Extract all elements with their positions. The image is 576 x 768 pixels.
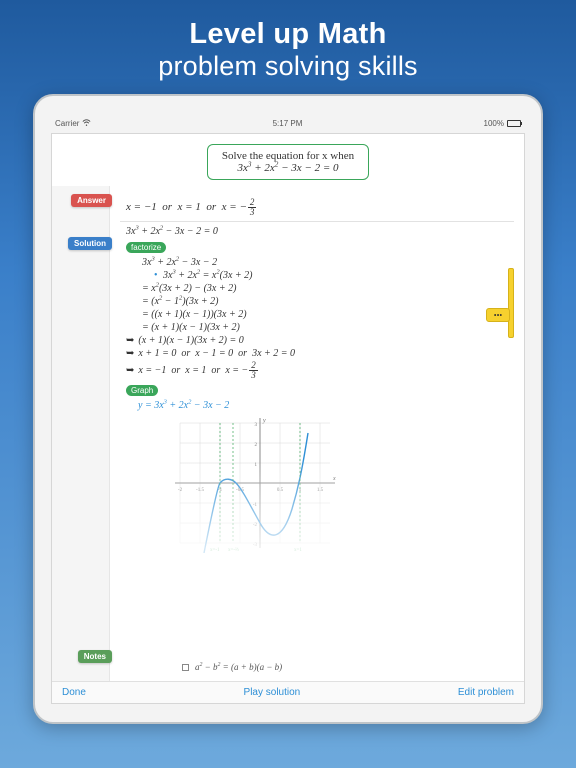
problem-box: Solve the equation for x when 3x3 + 2x2 … <box>207 144 369 180</box>
solution-badge[interactable]: Solution <box>68 237 112 250</box>
arrow-icon: ➥ <box>126 365 134 376</box>
notes-row: a2 − b2 = (a + b)(a − b) <box>110 653 524 681</box>
hint-button[interactable]: ••• <box>486 308 510 322</box>
bottom-toolbar: Done Play solution Edit problem <box>52 681 524 703</box>
clock: 5:17 PM <box>273 119 303 128</box>
battery-pct: 100% <box>484 119 504 128</box>
solution-pane[interactable]: x = −1 or x = 1 or x = −23 3x3 + 2x2 − 3… <box>110 186 524 681</box>
solution-start: 3x3 + 2x2 − 3x − 2 = 0 <box>126 226 514 237</box>
graph-function: y = 3x3 + 2x2 − 3x − 2 <box>138 400 514 411</box>
implication-3: ➥x = −1 or x = 1 or x = −23 <box>126 361 514 380</box>
note-identity: a2 − b2 = (a + b)(a − b) <box>195 662 282 672</box>
svg-text:x=-⅔: x=-⅔ <box>228 548 239 553</box>
edit-problem-button[interactable]: Edit problem <box>458 687 514 698</box>
problem-equation: 3x3 + 2x2 − 3x − 2 = 0 <box>222 162 354 174</box>
svg-text:x=1: x=1 <box>294 548 302 553</box>
implication-1: ➥(x + 1)(x − 1)(3x + 2) = 0 <box>126 335 514 346</box>
svg-text:-1: -1 <box>253 503 258 508</box>
factorize-tag[interactable]: factorize <box>126 242 166 253</box>
problem-prompt: Solve the equation for x when <box>222 150 354 162</box>
wifi-icon <box>82 118 91 129</box>
svg-text:-3: -3 <box>253 543 258 548</box>
svg-text:0.5: 0.5 <box>277 488 284 493</box>
carrier-label: Carrier <box>55 119 79 128</box>
hero-title: Level up Math <box>158 18 418 51</box>
hero-subtitle: problem solving skills <box>158 51 418 82</box>
implication-2: ➥x + 1 = 0 or x − 1 = 0 or 3x + 2 = 0 <box>126 348 514 359</box>
svg-text:y: y <box>262 418 266 424</box>
arrow-icon: ➥ <box>126 348 134 359</box>
arrow-icon: ➥ <box>126 335 134 346</box>
status-bar: Carrier 5:17 PM 100% <box>51 118 525 133</box>
answer-line: x = −1 or x = 1 or x = −23 <box>126 198 514 217</box>
battery-icon <box>507 120 521 127</box>
answer-badge[interactable]: Answer <box>71 194 112 207</box>
svg-text:-1.5: -1.5 <box>196 488 204 493</box>
svg-text:3: 3 <box>255 423 258 428</box>
play-solution-button[interactable]: Play solution <box>244 687 301 698</box>
note-checkbox[interactable] <box>182 664 189 671</box>
step-ruler[interactable] <box>508 268 514 338</box>
svg-text:1: 1 <box>255 463 258 468</box>
dots-icon: ••• <box>494 311 502 320</box>
function-graph: x y -2-1.5-1 -0.50.51 1.5 321 -1-2-3 <box>170 413 340 553</box>
ipad-frame: Carrier 5:17 PM 100% Solve the equation … <box>33 94 543 724</box>
svg-text:x: x <box>332 476 336 482</box>
svg-text:-2: -2 <box>178 488 183 493</box>
notes-badge[interactable]: Notes <box>78 650 112 663</box>
factor-steps: 3x3 + 2x2 − 3x − 2 • 3x3 + 2x2 = x2(3x +… <box>142 257 514 333</box>
app-canvas: Solve the equation for x when 3x3 + 2x2 … <box>51 133 525 704</box>
section-rail: Answer Solution Notes <box>52 186 110 681</box>
done-button[interactable]: Done <box>62 687 86 698</box>
graph-tag[interactable]: Graph <box>126 385 158 396</box>
svg-text:x=-1: x=-1 <box>210 548 220 553</box>
svg-text:1.5: 1.5 <box>317 488 324 493</box>
svg-text:-2: -2 <box>253 523 258 528</box>
svg-text:2: 2 <box>255 443 258 448</box>
